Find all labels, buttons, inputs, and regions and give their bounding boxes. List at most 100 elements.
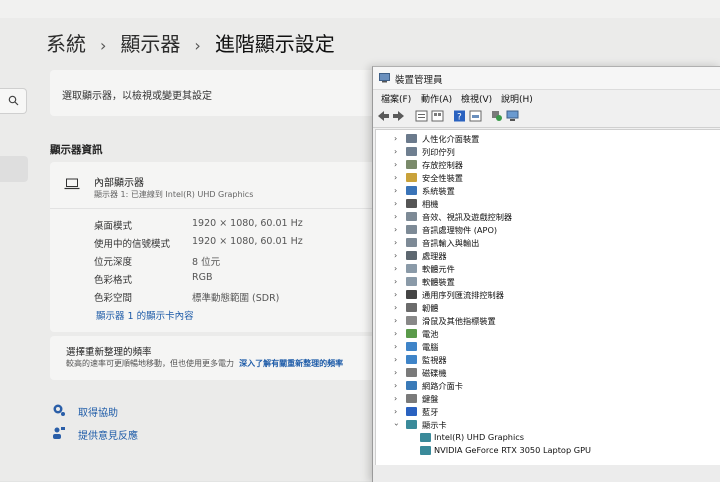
device-tree: › 人性化介面裝置 › 列印佇列 › 存放控制器 › 安全性裝置 › 系統裝置 › 相機 ›… xyxy=(375,129,720,466)
tree-category-label: 系統裝置 xyxy=(422,186,455,196)
select-display-card[interactable]: 選取顯示器，以檢視或變更其設定 xyxy=(50,70,380,116)
feedback-icon xyxy=(53,427,65,439)
adapter-properties-link[interactable]: 顯示器 1 的顯示卡內容 xyxy=(96,308,194,322)
select-display-label: 選取顯示器，以檢視或變更其設定 xyxy=(62,91,212,102)
printer-icon xyxy=(406,147,417,156)
update-driver-icon[interactable] xyxy=(490,110,503,122)
storage-controller-icon xyxy=(406,160,417,169)
chevron-right-icon[interactable]: › xyxy=(394,368,397,377)
tree-category-label: 相機 xyxy=(422,199,439,209)
tree-category-label: 軟體元件 xyxy=(422,264,455,274)
back-arrow-icon[interactable] xyxy=(377,110,390,122)
sound-icon xyxy=(406,212,417,221)
chevron-right-icon[interactable]: › xyxy=(394,329,397,338)
tree-category-label: 音訊輸入與輸出 xyxy=(422,238,480,248)
display-subtitle: 顯示器 1: 已連線到 Intel(R) UHD Graphics xyxy=(94,190,254,199)
tree-category-label: 電腦 xyxy=(422,342,439,352)
display-adapter-icon xyxy=(420,446,431,455)
security-icon xyxy=(406,173,417,182)
chevron-right-icon[interactable]: › xyxy=(394,381,397,390)
tree-category-label: 安全性裝置 xyxy=(422,173,463,183)
disk-drive-icon xyxy=(406,368,417,377)
search-box[interactable] xyxy=(0,88,27,114)
tree-category-label: 電池 xyxy=(422,329,439,339)
tree-category-label: 鍵盤 xyxy=(422,394,439,404)
breadcrumb-system[interactable]: 系統 xyxy=(46,32,86,56)
computer-icon xyxy=(406,342,417,351)
menu-help[interactable]: 說明(H) xyxy=(501,92,533,105)
tree-category-label: 監視器 xyxy=(422,355,447,365)
usb-icon xyxy=(406,290,417,299)
refresh-rate-desc-text: 較高的速率可更順暢地移動，但也使用更多電力 xyxy=(66,359,234,368)
chevron-right-icon[interactable]: › xyxy=(394,264,397,273)
display-info-header[interactable]: 內部顯示器 顯示器 1: 已連線到 Intel(R) UHD Graphics xyxy=(50,162,380,209)
chevron-right-icon[interactable]: › xyxy=(394,316,397,325)
menu-bar: 檔案(F) 動作(A) 檢視(V) 說明(H) xyxy=(373,90,720,106)
breadcrumb-display[interactable]: 顯示器 xyxy=(120,32,180,56)
device-manager-app-icon xyxy=(379,73,390,83)
chevron-right-icon[interactable]: › xyxy=(394,277,397,286)
nav-item-selected[interactable] xyxy=(0,156,28,182)
chevron-right-icon[interactable]: › xyxy=(394,225,397,234)
tree-category-label: 顯示卡 xyxy=(422,420,447,430)
audio-apo-icon xyxy=(406,225,417,234)
chevron-right-icon[interactable]: › xyxy=(394,251,397,260)
resources-view-icon[interactable] xyxy=(469,110,482,122)
chevron-right-icon[interactable]: › xyxy=(394,212,397,221)
chevron-right-icon[interactable]: › xyxy=(394,147,397,156)
display-name: 內部顯示器 xyxy=(94,178,144,189)
keyboard-icon xyxy=(406,394,417,403)
scan-hardware-icon[interactable] xyxy=(506,110,519,122)
display-info-card: 內部顯示器 顯示器 1: 已連線到 Intel(R) UHD Graphics … xyxy=(50,162,380,332)
chevron-right-icon[interactable]: › xyxy=(394,199,397,208)
audio-io-icon xyxy=(406,238,417,247)
tree-category-label: 磁碟機 xyxy=(422,368,447,378)
software-device-icon xyxy=(406,277,417,286)
chevron-right-icon[interactable]: › xyxy=(394,173,397,182)
toolbar: ? xyxy=(373,107,720,128)
chevron-right-icon[interactable]: › xyxy=(394,394,397,403)
device-list-icon[interactable] xyxy=(431,110,444,122)
chevron-right-icon[interactable]: › xyxy=(394,186,397,195)
properties-view-icon[interactable] xyxy=(415,110,428,122)
system-folder-icon xyxy=(406,186,417,195)
tree-category-label: 滑鼠及其他指標裝置 xyxy=(422,316,496,326)
info-value-bit-depth: 8 位元 xyxy=(192,257,221,268)
chevron-right-icon[interactable]: › xyxy=(394,290,397,299)
info-value-color-space: 標準動態範圍 (SDR) xyxy=(192,293,280,304)
chevron-right-icon[interactable]: › xyxy=(394,303,397,312)
tree-category-label: 網路介面卡 xyxy=(422,381,463,391)
section-title: 顯示器資訊 xyxy=(50,144,103,156)
tree-category-label: 處理器 xyxy=(422,251,447,261)
chevron-right-icon[interactable]: › xyxy=(394,160,397,169)
window-top-strip xyxy=(0,0,720,18)
device-manager-titlebar[interactable]: 裝置管理員 xyxy=(373,67,720,90)
chevron-right-icon[interactable]: › xyxy=(394,238,397,247)
refresh-rate-learn-more-link[interactable]: 深入了解有關重新整理的頻率 xyxy=(239,359,343,368)
processor-icon xyxy=(406,251,417,260)
chevron-right-icon[interactable]: › xyxy=(394,134,397,143)
breadcrumb-separator: › xyxy=(100,36,107,55)
laptop-icon xyxy=(64,178,80,190)
status-bar xyxy=(373,465,720,482)
refresh-rate-card[interactable]: 選擇重新整理的頻率 較高的速率可更順暢地移動，但也使用更多電力 深入了解有關重新… xyxy=(50,336,380,380)
tree-category-label: 人性化介面裝置 xyxy=(422,134,480,144)
chevron-right-icon[interactable]: › xyxy=(394,342,397,351)
battery-icon xyxy=(406,329,417,338)
chevron-down-icon[interactable]: › xyxy=(392,423,401,426)
tree-category-label: 音訊處理物件 (APO) xyxy=(422,225,498,235)
hid-icon xyxy=(406,134,417,143)
mouse-icon xyxy=(406,316,417,325)
forward-arrow-icon[interactable] xyxy=(392,110,405,122)
firmware-icon xyxy=(406,303,417,312)
info-label-signal-mode: 使用中的信號模式 xyxy=(94,239,171,250)
menu-file[interactable]: 檔案(F) xyxy=(381,92,411,105)
menu-view[interactable]: 檢視(V) xyxy=(461,92,492,105)
info-value-signal-mode: 1920 × 1080, 60.01 Hz xyxy=(192,236,303,247)
chevron-right-icon[interactable]: › xyxy=(394,407,397,416)
chevron-right-icon[interactable]: › xyxy=(394,355,397,364)
tree-category-label: 軟體裝置 xyxy=(422,277,455,287)
menu-action[interactable]: 動作(A) xyxy=(421,92,452,105)
help-icon xyxy=(53,404,65,416)
help-book-icon[interactable]: ? xyxy=(453,110,466,122)
